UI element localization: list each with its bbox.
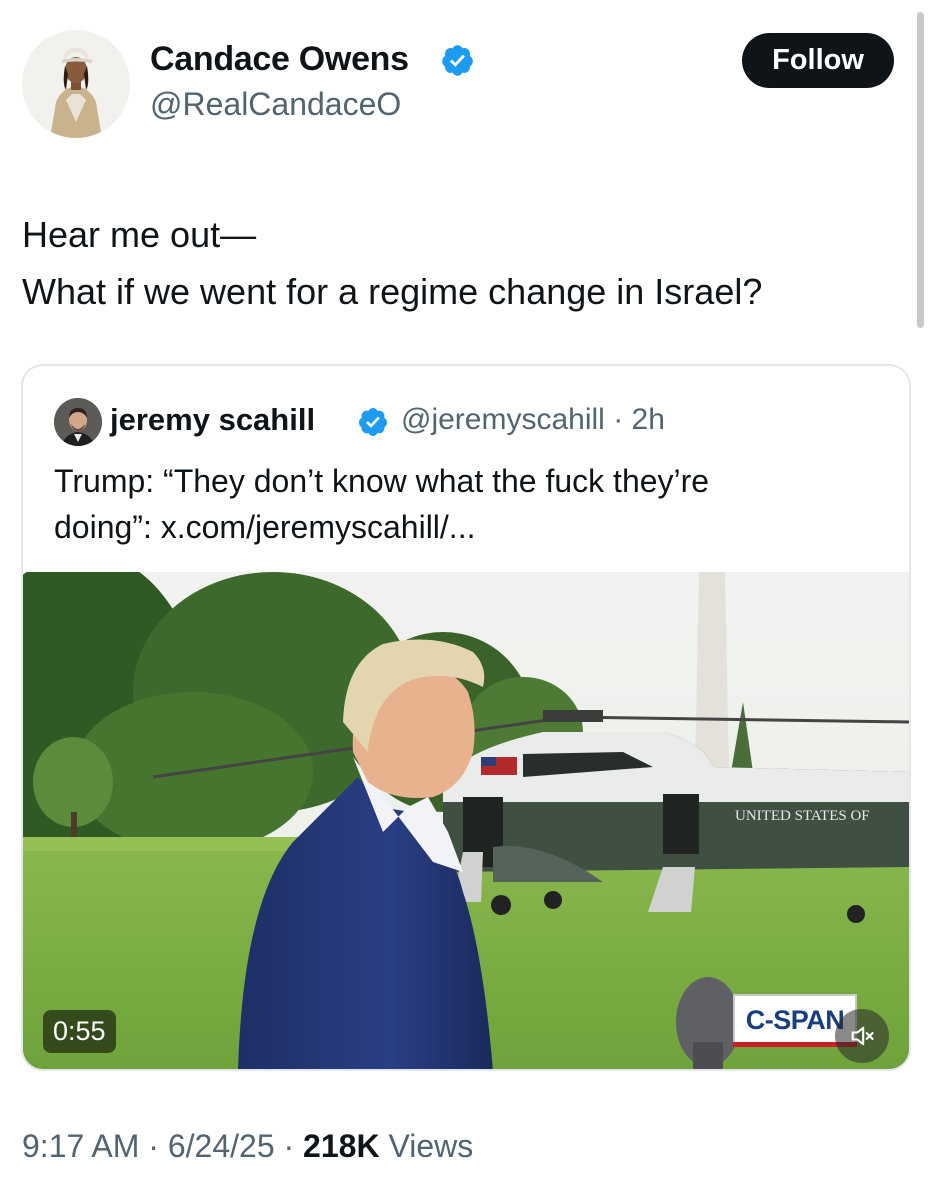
quoted-tweet-card[interactable]: jeremy scahill @jeremyscahill · 2h Trump…	[21, 364, 911, 1071]
footer-separator: ·	[283, 1128, 295, 1164]
video-duration: 0:55	[43, 1010, 116, 1053]
views-label: Views	[388, 1128, 474, 1164]
profile-photo	[22, 30, 130, 138]
tweet-footer: 9:17 AM · 6/24/25 · 218K Views	[22, 1128, 473, 1165]
scrollbar[interactable]	[917, 12, 924, 328]
tweet-text: Hear me out— What if we went for a regim…	[22, 206, 902, 320]
verified-badge-icon	[442, 45, 473, 76]
tweet-text-line: Hear me out—	[22, 214, 257, 255]
author-avatar[interactable]	[22, 30, 130, 138]
verified-badge-icon	[359, 408, 387, 436]
tweet-text-line: What if we went for a regime change in I…	[22, 271, 763, 312]
cspan-text: C-SPAN	[745, 1004, 845, 1035]
video-player[interactable]: UNITED STATES OF 0:55 C-SPAN	[23, 572, 909, 1069]
quoted-text-line[interactable]: doing”: x.com/jeremyscahill/...	[54, 504, 894, 550]
views-count[interactable]: 218K	[303, 1128, 380, 1164]
helicopter-text: UNITED STATES OF	[735, 808, 870, 824]
quoted-time[interactable]: 2h	[632, 403, 665, 436]
profile-photo	[54, 398, 102, 446]
footer-separator: ·	[148, 1128, 159, 1164]
tweet-time[interactable]: 9:17 AM	[22, 1128, 139, 1164]
quoted-text-line: Trump: “They don’t know what the fuck th…	[54, 463, 710, 499]
meta-separator: ·	[613, 403, 624, 436]
quoted-author-avatar[interactable]	[54, 398, 102, 446]
quoted-tweet-text: Trump: “They don’t know what the fuck th…	[54, 458, 894, 550]
author-name[interactable]: Candace Owens	[150, 40, 409, 79]
muted-speaker-icon	[851, 1026, 874, 1046]
quoted-author-name[interactable]: jeremy scahill	[110, 402, 315, 438]
quoted-meta: @jeremyscahill · 2h	[401, 403, 665, 437]
quoted-author-handle[interactable]: @jeremyscahill	[401, 403, 605, 436]
author-handle[interactable]: @RealCandaceO	[150, 86, 401, 123]
follow-button[interactable]: Follow	[742, 33, 894, 88]
mute-button[interactable]	[835, 1009, 889, 1063]
tweet-date[interactable]: 6/24/25	[168, 1128, 275, 1164]
